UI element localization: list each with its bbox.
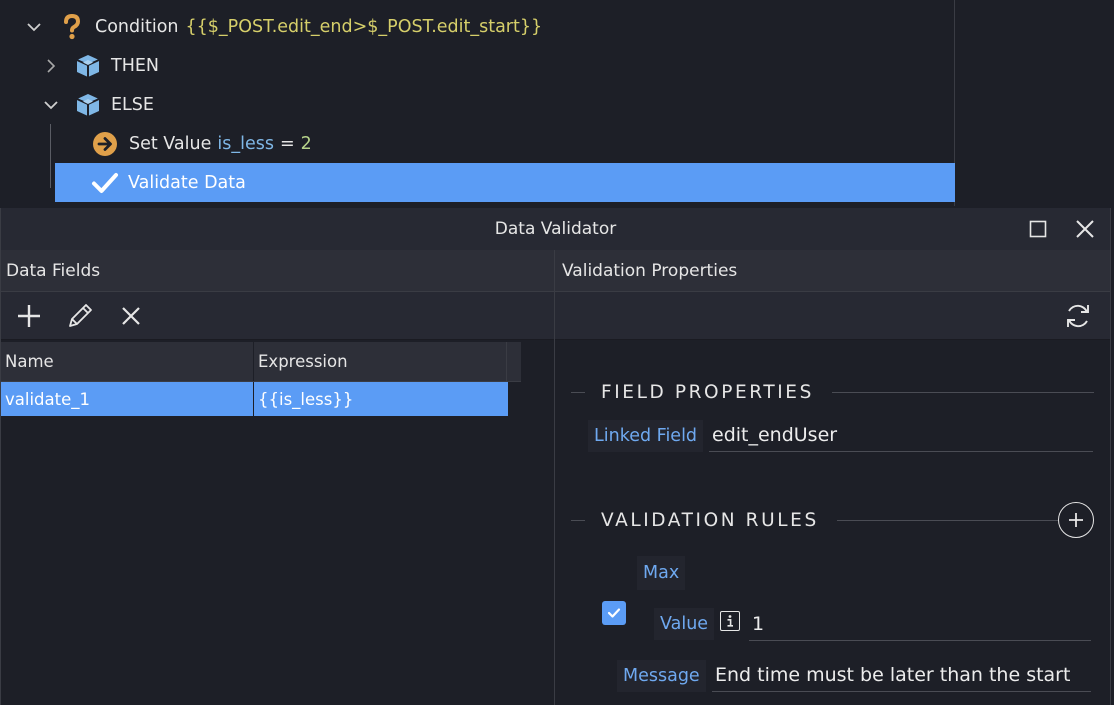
maximize-icon[interactable] <box>1028 219 1048 239</box>
column-header-spacer <box>507 342 520 381</box>
checkmark-icon <box>91 169 119 197</box>
validation-rules-title: VALIDATION RULES <box>601 509 819 531</box>
chevron-down-icon[interactable] <box>24 17 44 37</box>
question-mark-icon <box>58 13 86 41</box>
tree-row-condition[interactable]: Condition {{$_POST.edit_end>$_POST.edit_… <box>24 7 542 46</box>
close-icon[interactable] <box>1074 218 1096 240</box>
field-properties-section: FIELD PROPERTIES <box>571 380 1094 404</box>
grid-header: Name Expression <box>1 342 521 382</box>
linked-field-label: Linked Field <box>588 420 704 452</box>
then-label: THEN <box>111 55 159 76</box>
validation-properties-header: Validation Properties <box>555 250 1110 292</box>
set-value-variable: is_less <box>217 133 274 154</box>
message-label: Message <box>617 660 706 692</box>
arrow-circle-icon <box>91 130 119 158</box>
max-rule-label: Max <box>637 556 686 590</box>
column-header-expression[interactable]: Expression <box>254 342 507 381</box>
column-header-name[interactable]: Name <box>1 342 254 381</box>
set-value-equals: = <box>279 133 295 154</box>
validation-properties-toolbar <box>555 292 1110 340</box>
condition-label: Condition <box>95 16 179 37</box>
data-fields-header: Data Fields <box>1 250 554 292</box>
chevron-down-icon[interactable] <box>41 95 61 115</box>
field-properties-title: FIELD PROPERTIES <box>601 381 814 403</box>
cube-icon <box>74 52 102 80</box>
validation-rules-section: VALIDATION RULES <box>571 502 1094 538</box>
validate-data-label: Validate Data <box>128 172 246 193</box>
message-input[interactable]: End time must be later than the start <box>712 658 1091 692</box>
linked-field-input[interactable]: edit_endUser <box>709 418 1093 452</box>
value-label: Value <box>654 608 715 640</box>
row-name-cell[interactable]: validate_1 <box>1 382 254 416</box>
data-fields-grid: Name Expression validate_1 {{is_less}} <box>1 342 521 416</box>
divider <box>831 391 1094 393</box>
tree-guide-line <box>50 124 51 188</box>
divider <box>836 519 1058 521</box>
validation-properties-pane: Validation Properties FIELD PROPERTIES L… <box>554 250 1110 705</box>
divider <box>571 391 585 393</box>
set-value-label: Set Value <box>129 133 212 154</box>
condition-expression: {{$_POST.edit_end>$_POST.edit_start}} <box>185 16 543 37</box>
edit-pencil-icon[interactable] <box>64 300 96 332</box>
delete-icon[interactable] <box>115 300 147 332</box>
row-expression-cell[interactable]: {{is_less}} <box>254 382 508 416</box>
action-tree: Condition {{$_POST.edit_end>$_POST.edit_… <box>0 0 955 206</box>
set-value-number: 2 <box>300 133 312 154</box>
tree-row-then[interactable]: THEN <box>41 46 159 85</box>
info-icon[interactable] <box>720 611 740 631</box>
data-fields-toolbar <box>1 292 554 340</box>
cube-icon <box>74 91 102 119</box>
else-label: ELSE <box>111 94 154 115</box>
max-value-input[interactable]: 1 <box>749 607 1091 641</box>
table-row[interactable]: validate_1 {{is_less}} <box>1 382 508 416</box>
data-fields-pane: Data Fields Name Expression validate_1 {… <box>1 250 554 705</box>
dialog-title: Data Validator <box>494 219 617 239</box>
tree-row-validate-data[interactable]: Validate Data <box>55 163 955 202</box>
chevron-right-icon[interactable] <box>41 56 61 76</box>
refresh-icon[interactable] <box>1062 300 1094 332</box>
tree-row-else[interactable]: ELSE <box>41 85 154 124</box>
max-rule-checkbox[interactable] <box>602 601 626 625</box>
tree-row-set-value[interactable]: Set Value is_less = 2 <box>91 124 312 163</box>
divider <box>571 519 585 521</box>
data-validator-dialog: Data Validator Data Fields Name Expressi… <box>0 208 1111 705</box>
add-rule-button[interactable] <box>1058 502 1094 538</box>
dialog-titlebar[interactable]: Data Validator <box>1 208 1110 250</box>
add-icon[interactable] <box>13 300 45 332</box>
